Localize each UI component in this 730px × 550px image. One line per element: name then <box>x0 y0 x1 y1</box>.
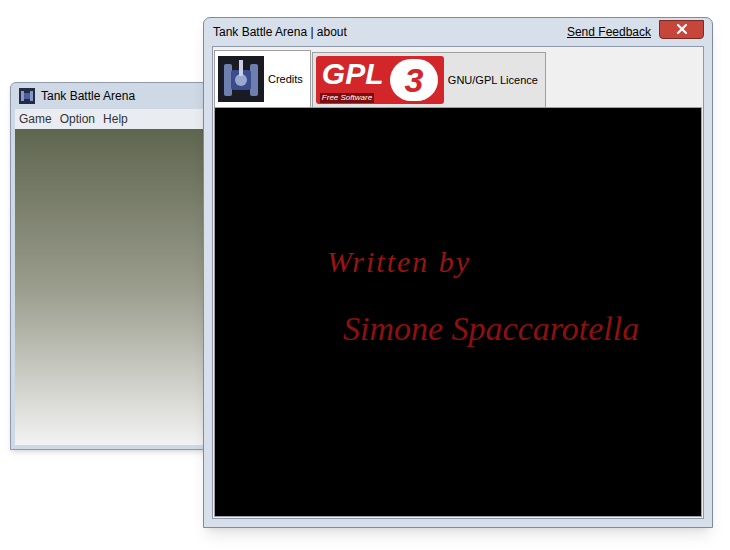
gpl-logo-icon: GPLFree Software3 <box>316 56 444 104</box>
tab[interactable]: Credits <box>214 50 311 107</box>
content: CreditsGPLFree Software3GNU/GPL LicenceW… <box>212 46 704 519</box>
menu-item[interactable]: Help <box>103 110 128 128</box>
tab[interactable]: GPLFree Software3GNU/GPL Licence <box>312 52 546 107</box>
about-window: Tank Battle Arena | about Send Feedback Cr… <box>203 17 713 528</box>
close-button[interactable] <box>659 20 704 39</box>
send-feedback-link[interactable]: Send Feedback <box>567 23 651 41</box>
credits-panel: Written by Simone Spaccarotella <box>214 107 702 517</box>
title-bar[interactable]: Tank Battle Arena | about Send Feedback <box>212 18 704 46</box>
tab-bar: Credits GPLFree Software3GNU/GPL Licence <box>214 50 702 107</box>
tab-label: GNU/GPL Licence <box>448 72 542 89</box>
credits-author: Simone Spaccarotella <box>343 308 701 350</box>
window-title: Tank Battle Arena <box>41 87 135 105</box>
tab-label: Credits <box>268 71 307 88</box>
desktop: Tank Battle Arena Game Option Help Tank Batt… <box>0 0 730 550</box>
credits-heading: Written by <box>327 244 701 280</box>
tank-icon <box>218 56 264 102</box>
app-icon <box>19 88 35 104</box>
close-icon <box>676 23 688 35</box>
menu-item[interactable]: Option <box>60 110 95 128</box>
window-title: Tank Battle Arena | about <box>213 23 347 41</box>
menu-item[interactable]: Game <box>19 110 52 128</box>
